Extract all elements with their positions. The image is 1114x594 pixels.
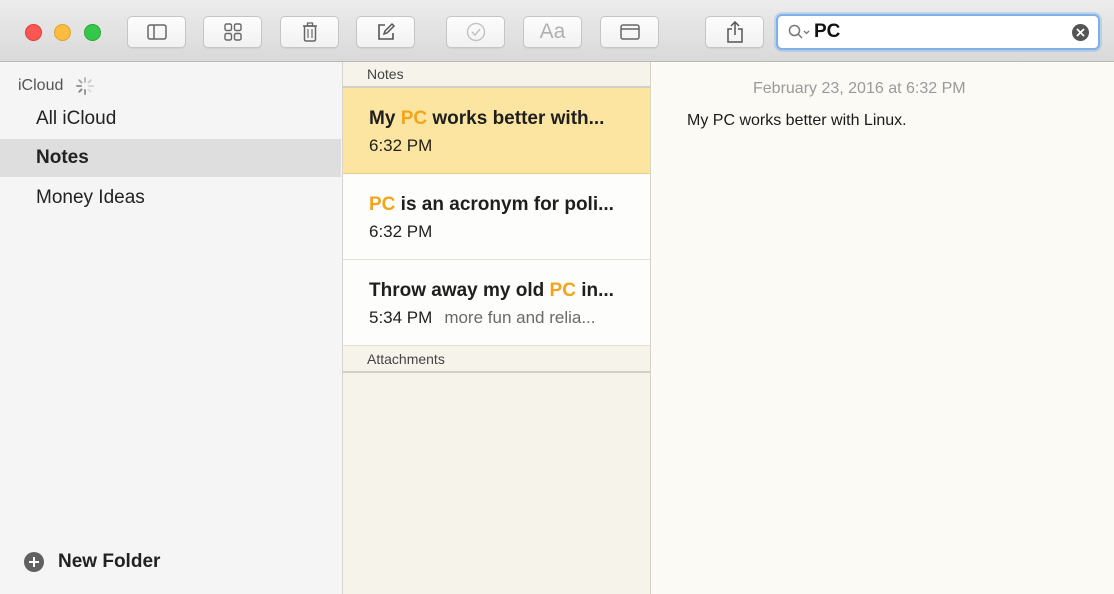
- new-folder-label: New Folder: [58, 551, 161, 572]
- new-folder-button[interactable]: New Folder: [24, 551, 160, 573]
- search-icon: [788, 23, 814, 41]
- zoom-window-button[interactable]: [84, 24, 101, 41]
- add-folder-icon: [24, 552, 44, 572]
- note-list: Notes My PC works better with... 6:32 PM…: [343, 62, 651, 594]
- note-date: February 23, 2016 at 6:32 PM: [753, 80, 966, 97]
- sidebar-item-notes[interactable]: Notes: [0, 139, 341, 177]
- note-time: 6:32 PM: [369, 136, 433, 155]
- share-icon: [726, 21, 744, 43]
- sidebar-toggle-icon: [146, 24, 167, 40]
- toggle-sidebar-button[interactable]: [127, 16, 186, 48]
- sidebar-item-all-icloud[interactable]: All iCloud: [0, 100, 341, 138]
- checklist-icon: [466, 22, 486, 42]
- account-label: iCloud: [18, 77, 64, 94]
- search-field[interactable]: [776, 14, 1100, 50]
- share-button[interactable]: [705, 16, 764, 48]
- notes-section-header: Notes: [343, 62, 650, 88]
- account-header: iCloud: [18, 76, 95, 96]
- table-icon: [619, 24, 640, 40]
- note-title: Throw away my old PC in...: [369, 280, 614, 301]
- loading-spinner-icon: [75, 76, 95, 96]
- attachments-section-header: Attachments: [343, 347, 650, 373]
- minimize-window-button[interactable]: [54, 24, 71, 41]
- delete-note-button[interactable]: [280, 16, 339, 48]
- folders-sidebar: iCloud All iCloud Notes Money Ideas New …: [0, 62, 343, 594]
- toolbar: Aa: [0, 0, 1114, 62]
- note-item[interactable]: PC is an acronym for poli... 6:32 PM: [343, 174, 650, 260]
- note-time: 6:32 PM: [369, 222, 433, 241]
- insert-table-button[interactable]: [600, 16, 659, 48]
- note-title: PC is an acronym for poli...: [369, 194, 614, 215]
- gallery-view-icon: [223, 23, 242, 41]
- sidebar-item-money-ideas[interactable]: Money Ideas: [0, 179, 341, 217]
- format-text-button[interactable]: Aa: [523, 16, 582, 48]
- note-snippet: more fun and relia...: [444, 308, 596, 327]
- note-editor[interactable]: February 23, 2016 at 6:32 PM My PC works…: [651, 62, 1114, 594]
- search-input[interactable]: [814, 18, 1054, 46]
- new-note-button[interactable]: [356, 16, 415, 48]
- note-title: My PC works better with...: [369, 108, 605, 129]
- checklist-button[interactable]: [446, 16, 505, 48]
- note-item[interactable]: Throw away my old PC in... 5:34 PM more f…: [343, 260, 650, 346]
- note-item[interactable]: My PC works better with... 6:32 PM: [343, 88, 650, 174]
- note-body[interactable]: My PC works better with Linux.: [687, 112, 907, 130]
- compose-icon: [376, 22, 396, 42]
- note-time: 5:34 PM more fun and relia...: [369, 308, 596, 327]
- clear-search-icon[interactable]: [1072, 24, 1089, 41]
- gallery-view-button[interactable]: [203, 16, 262, 48]
- close-window-button[interactable]: [25, 24, 42, 41]
- trash-icon: [302, 22, 318, 42]
- format-text-icon: Aa: [539, 20, 566, 43]
- notes-window: Aa iCloud: [0, 0, 1114, 594]
